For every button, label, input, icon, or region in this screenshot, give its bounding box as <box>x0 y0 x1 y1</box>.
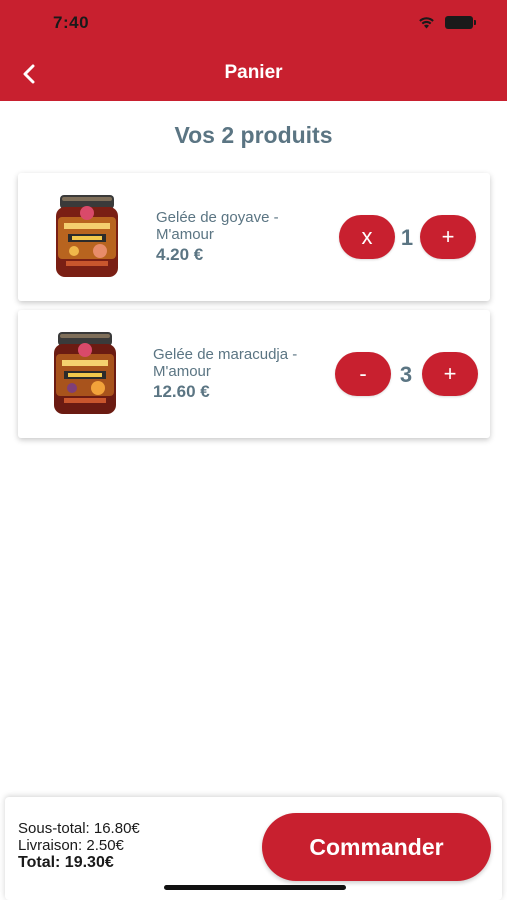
delivery-text: Livraison: 2.50€ <box>18 837 124 854</box>
cart-item-card: Gelée de maracudja - M'amour 12.60 € - 3… <box>18 310 490 438</box>
product-price: 4.20 € <box>156 245 204 264</box>
totals-block: Sous-total: 16.80€ Livraison: 2.50€ Tota… <box>18 820 140 871</box>
cart-item-card: Gelée de goyave - M'amour 4.20 € x 1 + <box>18 173 490 301</box>
jar-goyave-image <box>56 195 118 277</box>
header-title: Panier <box>224 62 283 83</box>
battery-icon <box>445 15 476 29</box>
home-indicator <box>164 885 346 890</box>
quantity-value: 3 <box>399 362 413 387</box>
increment-button[interactable]: + <box>420 215 476 259</box>
status-time: 7:40 <box>53 13 90 32</box>
quantity-value: 1 <box>400 225 414 250</box>
product-price: 12.60 € <box>153 382 210 401</box>
jar-maracudja-image <box>54 332 116 414</box>
order-button[interactable]: Commander <box>262 813 491 881</box>
increment-button[interactable]: + <box>422 352 478 396</box>
product-name: Gelée de maracudja - M'amour <box>153 346 298 380</box>
wifi-icon <box>419 17 434 29</box>
decrement-button[interactable]: - <box>335 352 391 396</box>
product-name: Gelée de goyave - M'amour <box>156 209 279 243</box>
total-text: Total: 19.30€ <box>18 854 114 871</box>
page-title: Vos 2 produits <box>174 122 333 148</box>
subtotal-text: Sous-total: 16.80€ <box>18 820 140 837</box>
status-icons <box>417 15 476 29</box>
app-header: 7:40 Panier <box>0 0 507 101</box>
remove-button[interactable]: x <box>339 215 395 259</box>
